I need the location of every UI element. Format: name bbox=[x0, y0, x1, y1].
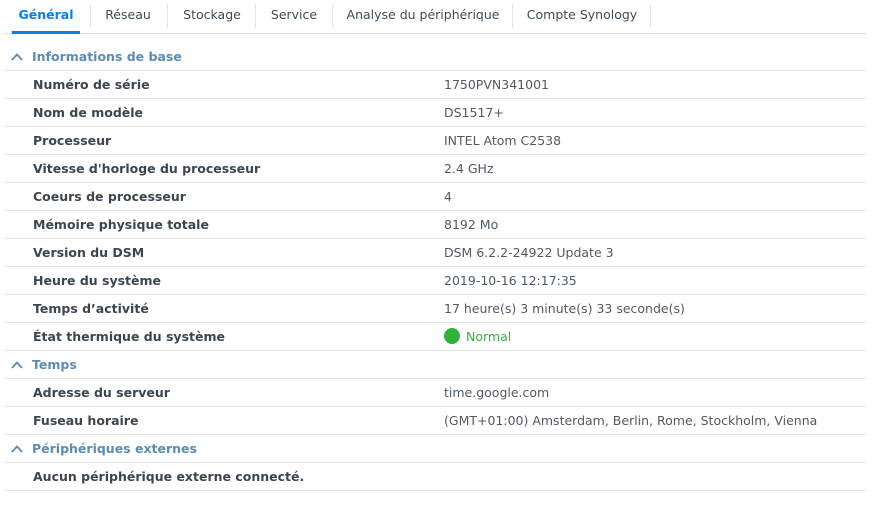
row-label: Temps d’activité bbox=[33, 301, 149, 316]
tab-separator bbox=[332, 4, 333, 28]
info-row-cpu-cores: Coeurs de processeur 4 bbox=[4, 183, 866, 211]
row-label: État thermique du système bbox=[33, 329, 225, 344]
row-value: 2.4 GHz bbox=[444, 161, 494, 176]
tab-general[interactable]: Général bbox=[12, 0, 80, 34]
row-label: Heure du système bbox=[33, 273, 162, 288]
tab-separator bbox=[255, 4, 256, 28]
section-external-devices-header[interactable]: Périphériques externes bbox=[4, 435, 866, 463]
info-row-model: Nom de modèle DS1517+ bbox=[4, 99, 866, 127]
row-value: 8192 Mo bbox=[444, 217, 499, 232]
tab-service[interactable]: Service bbox=[257, 0, 331, 31]
chevron-up-icon[interactable] bbox=[10, 359, 24, 371]
row-value: 1750PVN341001 bbox=[444, 77, 549, 92]
row-label: Processeur bbox=[33, 133, 112, 148]
info-row-thermal-status: État thermique du système Normal bbox=[4, 323, 866, 351]
section-basic-info-header[interactable]: Informations de base bbox=[4, 43, 866, 71]
row-label: Mémoire physique totale bbox=[33, 217, 209, 232]
section-title: Informations de base bbox=[32, 49, 182, 64]
tab-storage[interactable]: Stockage bbox=[169, 0, 255, 31]
row-label: Adresse du serveur bbox=[33, 385, 170, 400]
tab-separator bbox=[512, 4, 513, 28]
tab-separator bbox=[650, 4, 651, 28]
row-label: Fuseau horaire bbox=[33, 413, 139, 428]
row-value: DS1517+ bbox=[444, 105, 504, 120]
row-label: Coeurs de processeur bbox=[33, 189, 186, 204]
chevron-up-icon[interactable] bbox=[10, 51, 24, 63]
info-row-cpu-clock: Vitesse d'horloge du processeur 2.4 GHz bbox=[4, 155, 866, 183]
info-row-uptime: Temps d’activité 17 heure(s) 3 minute(s)… bbox=[4, 295, 866, 323]
info-row-serial: Numéro de série 1750PVN341001 bbox=[4, 71, 866, 99]
info-row-timezone: Fuseau horaire (GMT+01:00) Amsterdam, Be… bbox=[4, 407, 866, 435]
row-value: 4 bbox=[444, 189, 452, 204]
thermal-status-value: Normal bbox=[444, 323, 511, 350]
info-row-dsm-version: Version du DSM DSM 6.2.2-24922 Update 3 bbox=[4, 239, 866, 267]
section-title: Périphériques externes bbox=[32, 441, 197, 456]
tab-device-analysis[interactable]: Analyse du périphérique bbox=[334, 0, 512, 31]
tab-separator bbox=[167, 4, 168, 28]
row-label: Version du DSM bbox=[33, 245, 145, 260]
external-devices-empty-row: Aucun périphérique externe connecté. bbox=[4, 463, 866, 491]
info-row-cpu: Processeur INTEL Atom C2538 bbox=[4, 127, 866, 155]
tab-separator bbox=[90, 4, 91, 28]
tab-bar: Général Réseau Stockage Service Analyse … bbox=[4, 0, 866, 34]
info-row-memory: Mémoire physique totale 8192 Mo bbox=[4, 211, 866, 239]
section-time-header[interactable]: Temps bbox=[4, 351, 866, 379]
row-value: INTEL Atom C2538 bbox=[444, 133, 562, 148]
row-value: (GMT+01:00) Amsterdam, Berlin, Rome, Sto… bbox=[444, 413, 818, 428]
tab-synology-account[interactable]: Compte Synology bbox=[514, 0, 650, 31]
row-value: 17 heure(s) 3 minute(s) 33 seconde(s) bbox=[444, 301, 685, 316]
row-label: Numéro de série bbox=[33, 77, 150, 92]
chevron-up-icon[interactable] bbox=[10, 443, 24, 455]
thermal-status-text: Normal bbox=[466, 329, 512, 344]
info-row-ntp-server: Adresse du serveur time.google.com bbox=[4, 379, 866, 407]
row-label: Vitesse d'horloge du processeur bbox=[33, 161, 261, 176]
row-value: DSM 6.2.2-24922 Update 3 bbox=[444, 245, 614, 260]
row-value: 2019-10-16 12:17:35 bbox=[444, 273, 577, 288]
empty-message: Aucun périphérique externe connecté. bbox=[33, 469, 305, 484]
row-label: Nom de modèle bbox=[33, 105, 144, 120]
info-row-system-time: Heure du système 2019-10-16 12:17:35 bbox=[4, 267, 866, 295]
section-title: Temps bbox=[32, 357, 77, 372]
green-circle-status-icon bbox=[444, 328, 460, 344]
tab-network[interactable]: Réseau bbox=[92, 0, 164, 31]
row-value: time.google.com bbox=[444, 385, 550, 400]
